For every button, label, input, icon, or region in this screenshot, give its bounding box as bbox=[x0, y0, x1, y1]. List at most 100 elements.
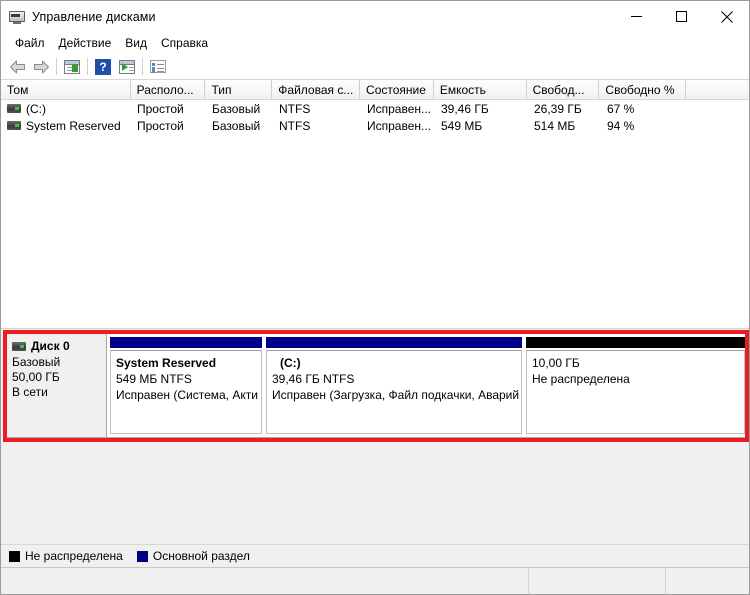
back-icon bbox=[9, 60, 25, 73]
volume-list-header: Том Располо... Тип Файловая с... Состоян… bbox=[1, 80, 749, 100]
column-header-free-percent[interactable]: Свободно % bbox=[599, 80, 687, 99]
menu-item-help[interactable]: Справка bbox=[154, 34, 215, 52]
disk-size: 50,00 ГБ bbox=[12, 370, 60, 384]
partition-unallocated[interactable]: 10,00 ГБ Не распределена bbox=[526, 337, 745, 434]
help-button[interactable]: ? bbox=[91, 56, 115, 78]
column-header-layout[interactable]: Располо... bbox=[130, 80, 206, 99]
volume-list: Том Располо... Тип Файловая с... Состоян… bbox=[1, 80, 749, 329]
close-button[interactable] bbox=[704, 1, 749, 32]
menu-bar: Файл Действие Вид Справка bbox=[1, 32, 749, 54]
cell-volume: System Reserved bbox=[1, 119, 131, 133]
disk-type: Базовый bbox=[12, 355, 61, 369]
cell-volume: (C:) bbox=[1, 102, 131, 116]
partition-details: 10,00 ГБ bbox=[532, 356, 580, 370]
volume-icon bbox=[7, 121, 21, 130]
legend-swatch-unallocated bbox=[9, 550, 20, 562]
title-bar: Управление дисками bbox=[1, 1, 749, 32]
disk-info-panel[interactable]: Диск 0 Базовый 50,00 ГБ В сети bbox=[5, 333, 107, 438]
close-icon bbox=[720, 10, 733, 23]
legend-label-primary-partition: Основной раздел bbox=[152, 549, 250, 563]
partition-details: 549 МБ NTFS bbox=[116, 372, 192, 386]
rescan-disks-icon bbox=[119, 59, 135, 74]
partition-body: (C:) 39,46 ГБ NTFS Исправен (Загрузка, Ф… bbox=[266, 350, 522, 434]
cell-capacity: 549 МБ bbox=[441, 118, 483, 133]
partition-status: Исправен (Система, Акти bbox=[116, 388, 258, 402]
partition-color-bar bbox=[110, 337, 262, 348]
help-icon: ? bbox=[95, 58, 111, 75]
partition-name: (C:) bbox=[280, 356, 301, 370]
partition-system-reserved[interactable]: System Reserved 549 МБ NTFS Исправен (Си… bbox=[110, 337, 262, 434]
column-header-type[interactable]: Тип bbox=[205, 80, 273, 99]
maximize-icon bbox=[676, 11, 687, 22]
partition-color-bar bbox=[526, 337, 745, 348]
disk-management-icon bbox=[9, 9, 25, 25]
legend-label-unallocated: Не распределена bbox=[25, 549, 123, 563]
maximize-button[interactable] bbox=[659, 1, 704, 32]
cell-layout: Простой bbox=[137, 118, 184, 133]
column-header-status[interactable]: Состояние bbox=[360, 80, 434, 99]
status-bar bbox=[1, 567, 749, 594]
toolbar-separator bbox=[87, 58, 88, 75]
legend-item-unallocated: Не распределена bbox=[9, 549, 123, 563]
partition-strip: System Reserved 549 МБ NTFS Исправен (Си… bbox=[107, 333, 748, 438]
column-header-volume[interactable]: Том bbox=[1, 80, 131, 99]
cell-type: Базовый bbox=[212, 118, 261, 133]
forward-icon bbox=[33, 60, 49, 73]
status-pane-tertiary bbox=[666, 568, 749, 594]
legend-swatch-primary-partition bbox=[136, 550, 148, 562]
toolbar-separator bbox=[56, 58, 57, 75]
minimize-icon bbox=[631, 16, 642, 17]
menu-item-file[interactable]: Файл bbox=[8, 34, 52, 52]
table-row[interactable]: (C:) Простой Базовый NTFS Исправен... 39… bbox=[1, 100, 749, 117]
cell-volume-label: System Reserved bbox=[26, 118, 121, 133]
forward-button[interactable] bbox=[29, 56, 53, 78]
status-pane-main bbox=[1, 568, 529, 594]
show-hide-console-tree-button[interactable] bbox=[60, 56, 84, 78]
partition-c[interactable]: (C:) 39,46 ГБ NTFS Исправен (Загрузка, Ф… bbox=[266, 337, 522, 434]
column-header-free[interactable]: Свобод... bbox=[526, 80, 600, 99]
column-header-capacity[interactable]: Емкость bbox=[433, 80, 527, 99]
partition-status: Исправен (Загрузка, Файл подкачки, Авари… bbox=[272, 388, 520, 402]
partition-color-bar bbox=[266, 337, 522, 348]
disk-icon bbox=[12, 342, 26, 351]
cell-volume-label: (C:) bbox=[26, 101, 46, 116]
column-header-filesystem[interactable]: Файловая с... bbox=[272, 80, 361, 99]
window-controls bbox=[614, 1, 749, 32]
cell-status: Исправен... bbox=[367, 101, 432, 116]
graphic-view: Диск 0 Базовый 50,00 ГБ В сети System Re… bbox=[1, 329, 749, 544]
volume-icon bbox=[7, 104, 21, 113]
partition-status: Не распределена bbox=[532, 372, 630, 386]
rescan-disks-button[interactable] bbox=[115, 56, 139, 78]
menu-item-view[interactable]: Вид bbox=[118, 34, 154, 52]
properties-icon bbox=[150, 60, 166, 73]
cell-layout: Простой bbox=[137, 101, 184, 116]
cell-type: Базовый bbox=[212, 101, 261, 116]
cell-filesystem: NTFS bbox=[279, 101, 311, 116]
partition-body: System Reserved 549 МБ NTFS Исправен (Си… bbox=[110, 350, 262, 434]
window-title: Управление дисками bbox=[32, 9, 156, 24]
disk-title: Диск 0 bbox=[12, 339, 100, 354]
cell-free: 514 МБ bbox=[534, 118, 576, 133]
partition-name: System Reserved bbox=[116, 356, 217, 370]
disk-row-0[interactable]: Диск 0 Базовый 50,00 ГБ В сети System Re… bbox=[5, 333, 748, 438]
cell-filesystem: NTFS bbox=[279, 118, 311, 133]
legend: Не распределена Основной раздел bbox=[1, 544, 749, 567]
column-header-spacer bbox=[686, 80, 749, 99]
minimize-button[interactable] bbox=[614, 1, 659, 32]
status-pane-secondary bbox=[529, 568, 666, 594]
properties-button[interactable] bbox=[146, 56, 170, 78]
cell-free-percent: 94 % bbox=[607, 118, 635, 133]
back-button[interactable] bbox=[5, 56, 29, 78]
toolbar: ? bbox=[1, 54, 749, 80]
disk-status: В сети bbox=[12, 385, 48, 399]
cell-capacity: 39,46 ГБ bbox=[441, 101, 489, 116]
partition-body: 10,00 ГБ Не распределена bbox=[526, 350, 745, 434]
menu-item-action[interactable]: Действие bbox=[52, 34, 119, 52]
legend-item-primary-partition: Основной раздел bbox=[136, 549, 250, 563]
table-row[interactable]: System Reserved Простой Базовый NTFS Исп… bbox=[1, 117, 749, 134]
cell-free-percent: 67 % bbox=[607, 101, 635, 116]
partition-details: 39,46 ГБ NTFS bbox=[272, 372, 355, 386]
toolbar-separator bbox=[142, 58, 143, 75]
disk-name: Диск 0 bbox=[31, 339, 70, 353]
disk-management-window: Управление дисками Файл Действие Вид Спр… bbox=[0, 0, 750, 595]
